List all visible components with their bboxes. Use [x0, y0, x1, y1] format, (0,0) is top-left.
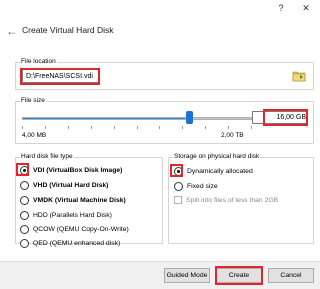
- guided-mode-button[interactable]: Guided Mode: [164, 268, 210, 283]
- radio-vdi[interactable]: VDI (VirtualBox Disk Image): [20, 165, 122, 175]
- slider-tick: [251, 126, 252, 129]
- split-files-label: Split into files of less than 2GB: [186, 196, 279, 204]
- highlight-vdi-radio: [16, 163, 29, 176]
- choose-folder-button[interactable]: [291, 69, 307, 83]
- radio-vmdk[interactable]: VMDK (Virtual Machine Disk): [20, 195, 126, 205]
- radio-vhd[interactable]: VHD (Virtual Hard Disk): [20, 180, 108, 190]
- file-size-slider-track[interactable]: [22, 117, 252, 120]
- help-button[interactable]: ?: [268, 0, 294, 16]
- radio-button[interactable]: [20, 210, 29, 220]
- slider-tick: [114, 126, 115, 129]
- file-size-slider-handle[interactable]: [186, 111, 193, 124]
- radio-button[interactable]: [20, 224, 29, 234]
- slider-fill: [23, 118, 185, 119]
- radio-label: Dynamically allocated: [187, 167, 253, 175]
- split-files-checkbox[interactable]: [174, 196, 182, 204]
- radio-button[interactable]: [20, 180, 29, 190]
- radio-label: QED (QEMU enhanced disk): [33, 239, 121, 247]
- slider-tick: [68, 126, 69, 129]
- file-size-label: File size: [20, 97, 46, 104]
- radio-button[interactable]: [20, 238, 29, 248]
- slider-tick: [45, 126, 46, 129]
- radio-button[interactable]: [174, 181, 183, 191]
- size-min-label: 4,00 MB: [22, 132, 47, 139]
- slider-tick: [22, 126, 23, 129]
- slider-tick: [91, 126, 92, 129]
- disk-type-label: Hard disk file type: [20, 153, 74, 160]
- radio-label: QCOW (QEMU Copy-On-Write): [33, 225, 129, 233]
- slider-tick: [228, 126, 229, 129]
- radio-qed[interactable]: QED (QEMU enhanced disk): [20, 238, 120, 248]
- arrow-left-icon[interactable]: ←: [6, 25, 18, 37]
- highlight-dynamic-radio: [170, 164, 183, 177]
- radio-label: VHD (Virtual Hard Disk): [33, 181, 109, 189]
- storage-label: Storage on physical hard disk: [173, 153, 261, 160]
- slider-tick: [137, 126, 138, 129]
- radio-label: HDD (Parallels Hard Disk): [33, 211, 112, 219]
- size-max-label: 2,00 TB: [221, 132, 244, 139]
- slider-tick: [205, 126, 206, 129]
- radio-button[interactable]: [20, 195, 29, 205]
- radio-dynamically-allocated[interactable]: Dynamically allocated: [174, 166, 253, 176]
- file-location-label: File location: [20, 58, 57, 65]
- highlight-file-size: [263, 109, 308, 126]
- slider-tick: [159, 126, 160, 129]
- radio-label: VDI (VirtualBox Disk Image): [33, 166, 123, 174]
- radio-fixed-size[interactable]: Fixed size: [174, 181, 218, 191]
- radio-label: VMDK (Virtual Machine Disk): [33, 196, 126, 204]
- folder-icon: [292, 71, 306, 82]
- radio-hdd[interactable]: HDD (Parallels Hard Disk): [20, 210, 112, 220]
- page-title: Create Virtual Hard Disk: [22, 25, 114, 35]
- split-files-checkbox-row[interactable]: Split into files of less than 2GB: [174, 195, 278, 205]
- title-bar: ? ✕: [0, 0, 320, 18]
- highlight-create-button: [215, 266, 263, 285]
- slider-tick: [182, 126, 183, 129]
- radio-label: Fixed size: [187, 182, 218, 190]
- highlight-file-location: [20, 68, 100, 85]
- radio-qcow[interactable]: QCOW (QEMU Copy-On-Write): [20, 224, 129, 234]
- cancel-button[interactable]: Cancel: [268, 268, 314, 283]
- close-button[interactable]: ✕: [293, 0, 319, 16]
